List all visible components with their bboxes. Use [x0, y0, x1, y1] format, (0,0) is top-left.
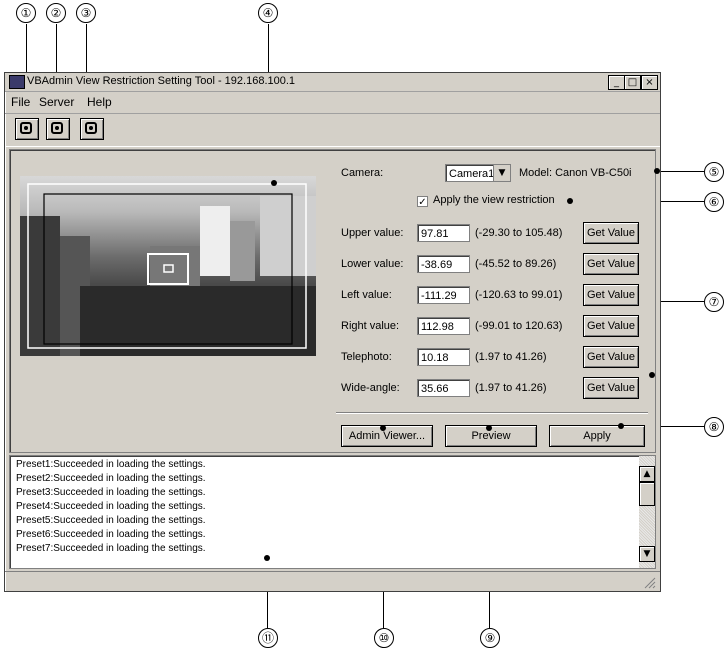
wide-angle-value-input[interactable]: 35.66 — [417, 379, 470, 397]
separator — [336, 412, 648, 414]
callout-9: ⑨ — [480, 628, 500, 648]
lower-range: (-45.52 to 89.26) — [475, 258, 557, 270]
toolbar-button-3[interactable] — [80, 118, 104, 140]
log-line: Preset3:Succeeded in loading the setting… — [16, 487, 206, 498]
callout-dot-8 — [618, 423, 624, 429]
lower-value-input[interactable]: -38.69 — [417, 255, 470, 273]
telephoto-get-value-button[interactable]: Get Value — [583, 346, 639, 368]
right-get-value-button[interactable]: Get Value — [583, 315, 639, 337]
scroll-down-icon[interactable]: ▼ — [639, 546, 655, 562]
apply-restriction-label: Apply the view restriction — [433, 194, 555, 206]
title-bar: VBAdmin View Restriction Setting Tool - … — [5, 73, 660, 92]
callout-5: ⑤ — [704, 162, 724, 182]
callout-3: ③ — [76, 3, 96, 23]
apply-button[interactable]: Apply — [549, 425, 645, 447]
minimize-button[interactable]: _ — [608, 75, 625, 90]
toolbar — [5, 113, 660, 147]
model-text: Model: Canon VB-C50i — [519, 167, 632, 179]
camera-icon — [51, 122, 63, 134]
toolbar-button-1[interactable] — [15, 118, 39, 140]
app-window: VBAdmin View Restriction Setting Tool - … — [4, 72, 661, 592]
callout-dot-5 — [654, 168, 660, 174]
window-title: VBAdmin View Restriction Setting Tool - … — [27, 75, 296, 87]
log-line: Preset6:Succeeded in loading the setting… — [16, 529, 206, 540]
lower-label: Lower value: — [341, 258, 404, 270]
right-value-input[interactable]: 112.98 — [417, 317, 470, 335]
upper-get-value-button[interactable]: Get Value — [583, 222, 639, 244]
camera-label: Camera: — [341, 167, 384, 179]
left-label: Left value: — [341, 289, 392, 301]
status-bar — [5, 571, 660, 592]
callout-6: ⑥ — [704, 192, 724, 212]
callout-dot-11 — [264, 555, 270, 561]
upper-range: (-29.30 to 105.48) — [475, 227, 563, 239]
camera-preview[interactable] — [20, 176, 316, 356]
camera-select-value: Camera1 — [449, 168, 495, 180]
camera-icon — [85, 122, 97, 134]
wide-angle-get-value-button[interactable]: Get Value — [583, 377, 639, 399]
close-button[interactable]: × — [641, 75, 658, 90]
callout-dot-9 — [486, 425, 492, 431]
callout-4: ④ — [258, 3, 278, 23]
log-line: Preset4:Succeeded in loading the setting… — [16, 501, 206, 512]
camera-icon — [20, 122, 32, 134]
preview-overlay — [20, 183, 316, 356]
menu-bar: File Server Help — [5, 93, 660, 111]
log-area[interactable]: Preset1:Succeeded in loading the setting… — [9, 455, 656, 569]
callout-dot-7 — [649, 372, 655, 378]
right-range: (-99.01 to 120.63) — [475, 320, 563, 332]
main-panel: Camera: Camera1 ▼ Model: Canon VB-C50i ✓… — [9, 149, 660, 453]
callout-2: ② — [46, 3, 66, 23]
left-value-input[interactable]: -111.29 — [417, 286, 470, 304]
wide-angle-range: (1.97 to 41.26) — [475, 382, 547, 394]
camera-select[interactable]: Camera1 ▼ — [445, 164, 511, 182]
admin-viewer-button[interactable]: Admin Viewer... — [341, 425, 433, 447]
callout-dot-4 — [271, 180, 277, 186]
callout-7: ⑦ — [704, 292, 724, 312]
upper-label: Upper value: — [341, 227, 404, 239]
telephoto-value-input[interactable]: 10.18 — [417, 348, 470, 366]
log-line: Preset7:Succeeded in loading the setting… — [16, 543, 206, 554]
log-line: Preset1:Succeeded in loading the setting… — [16, 459, 206, 470]
log-line: Preset2:Succeeded in loading the setting… — [16, 473, 206, 484]
right-label: Right value: — [341, 320, 400, 332]
lower-get-value-button[interactable]: Get Value — [583, 253, 639, 275]
menu-help[interactable]: Help — [87, 95, 112, 109]
callout-11: ⑪ — [258, 628, 278, 648]
callout-8: ⑧ — [704, 417, 724, 437]
scroll-thumb[interactable] — [639, 482, 655, 506]
telephoto-range: (1.97 to 41.26) — [475, 351, 547, 363]
callout-dot-6 — [567, 198, 573, 204]
callout-10: ⑩ — [374, 628, 394, 648]
app-icon — [9, 75, 25, 89]
callout-1: ① — [16, 3, 36, 23]
telephoto-label: Telephoto: — [341, 351, 392, 363]
log-line: Preset5:Succeeded in loading the setting… — [16, 515, 206, 526]
scroll-up-icon[interactable]: ▲ — [639, 466, 655, 482]
left-range: (-120.63 to 99.01) — [475, 289, 563, 301]
maximize-button[interactable]: □ — [624, 75, 641, 90]
upper-value-input[interactable]: 97.81 — [417, 224, 470, 242]
menu-server[interactable]: Server — [39, 95, 74, 109]
toolbar-button-2[interactable] — [46, 118, 70, 140]
menu-file[interactable]: File — [11, 95, 30, 109]
callout-line-5 — [655, 171, 704, 172]
chevron-down-icon[interactable]: ▼ — [493, 165, 510, 181]
left-get-value-button[interactable]: Get Value — [583, 284, 639, 306]
apply-restriction-checkbox[interactable]: ✓ — [417, 196, 428, 208]
wide-angle-label: Wide-angle: — [341, 382, 400, 394]
resize-grip-icon[interactable] — [644, 577, 656, 589]
callout-dot-10 — [380, 425, 386, 431]
log-scrollbar[interactable]: ▲ ▼ — [639, 456, 655, 568]
